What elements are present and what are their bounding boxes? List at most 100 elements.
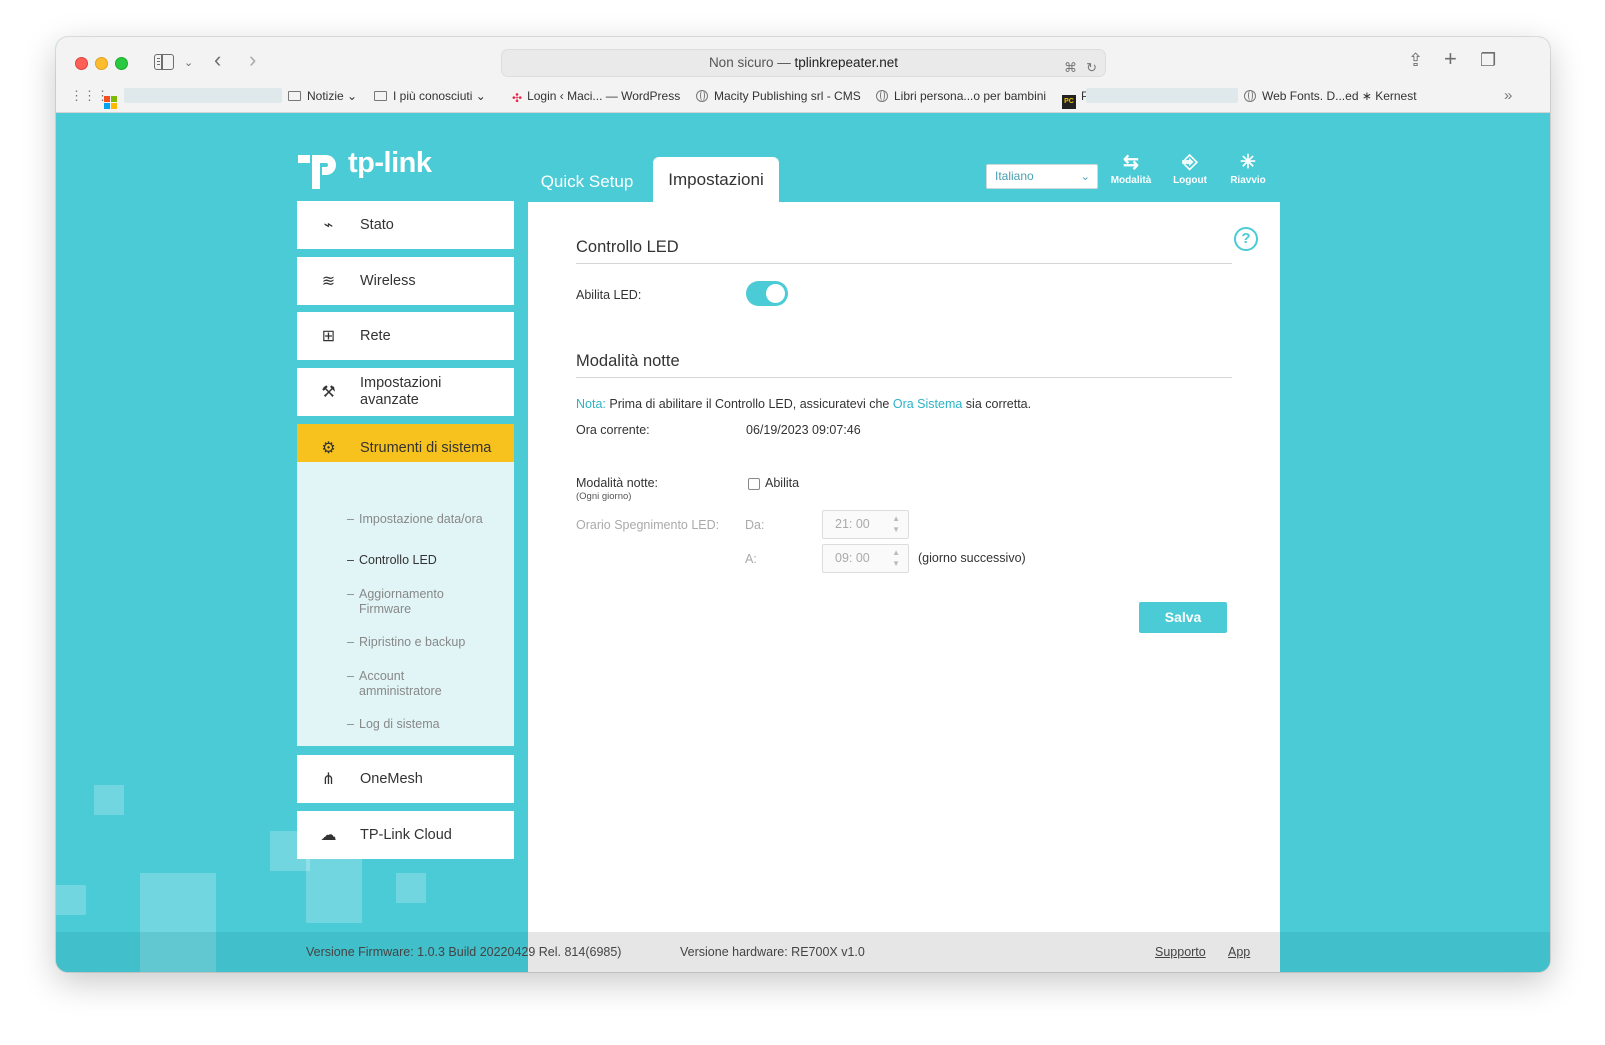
bookmark-wordpress[interactable]: ✣ Login ‹ Maci... — WordPress bbox=[512, 88, 680, 106]
wifi-icon: ≋ bbox=[321, 273, 336, 290]
subnav-dash: – bbox=[347, 553, 354, 567]
led-section-title: Controllo LED bbox=[576, 238, 679, 256]
night-mode-checkbox[interactable] bbox=[748, 478, 760, 490]
note-text-1: Prima di abilitare il Controllo LED, ass… bbox=[609, 397, 890, 411]
subnav-dash: – bbox=[347, 587, 354, 601]
gear-icon: ⚙ bbox=[321, 440, 336, 457]
network-icon: ⊞ bbox=[321, 328, 336, 345]
from-time-input[interactable]: 21: 00 ▲ ▼ bbox=[822, 510, 909, 539]
wrench-icon: ⚒ bbox=[321, 384, 336, 401]
globe-icon bbox=[876, 90, 888, 102]
minimize-window-button[interactable] bbox=[95, 57, 108, 70]
mode-switch-icon: ⇆ bbox=[1123, 152, 1139, 173]
sidebar-toggle-icon[interactable] bbox=[154, 54, 174, 70]
forward-icon[interactable]: › bbox=[249, 49, 256, 71]
sidebar-item-onemesh[interactable]: ⋔ OneMesh bbox=[297, 755, 514, 803]
bookmark-label: Notizie ⌄ bbox=[307, 89, 358, 103]
support-link[interactable]: Supporto bbox=[1155, 945, 1206, 959]
decor-square bbox=[396, 873, 426, 903]
divider bbox=[576, 377, 1232, 378]
reboot-button[interactable]: ✳ Riavvio bbox=[1218, 151, 1278, 186]
firmware-version: Versione Firmware: 1.0.3 Build 20220429 … bbox=[306, 945, 622, 959]
next-day-label: (giorno successivo) bbox=[918, 551, 1026, 565]
subnav-label: Impostazione data/ora bbox=[359, 512, 483, 526]
sidebar-item-label: Rete bbox=[360, 327, 391, 344]
browser-window: ⌄ ‹ › Non sicuro — tplinkrepeater.net ⌘ … bbox=[56, 37, 1550, 972]
content-panel: Controllo LED ? Abilita LED: Modalità no… bbox=[528, 202, 1280, 972]
led-enable-label: Abilita LED: bbox=[576, 288, 642, 302]
time-stepper-icon[interactable]: ▲ ▼ bbox=[892, 513, 900, 535]
subnav-dash: – bbox=[347, 512, 354, 526]
off-schedule-label: Orario Spegnimento LED: bbox=[576, 518, 720, 532]
zoom-window-button[interactable] bbox=[115, 57, 128, 70]
sidebar-item-stato[interactable]: ⌁ Stato bbox=[297, 201, 514, 249]
brand-name: tp-link bbox=[348, 147, 432, 179]
bookmark-piu-conosciuti[interactable]: I più conosciuti ⌄ bbox=[374, 88, 486, 104]
back-icon[interactable]: ‹ bbox=[214, 49, 221, 71]
help-icon[interactable]: ? bbox=[1234, 227, 1258, 251]
logout-icon: ⎆ bbox=[1182, 152, 1198, 173]
translate-icon[interactable]: ⌘ bbox=[1064, 55, 1077, 81]
led-toggle[interactable] bbox=[746, 281, 788, 306]
language-select[interactable]: Italiano ⌄ bbox=[986, 164, 1098, 189]
logout-button[interactable]: ⎆ Logout bbox=[1160, 151, 1220, 186]
to-time-input[interactable]: 09: 00 ▲ ▼ bbox=[822, 544, 909, 573]
app-link[interactable]: App bbox=[1228, 945, 1250, 959]
address-bar[interactable]: Non sicuro — tplinkrepeater.net ⌘ ↻ bbox=[501, 49, 1106, 77]
night-section-title: Modalità notte bbox=[576, 352, 680, 370]
reload-icon[interactable]: ↻ bbox=[1086, 55, 1097, 81]
tab-quick-setup[interactable]: Quick Setup bbox=[532, 160, 642, 203]
night-mode-label: Modalità notte: (Ogni giorno) bbox=[576, 476, 658, 502]
bookmark-pc[interactable]: PC P bbox=[1062, 88, 1089, 109]
time-stepper-icon[interactable]: ▲ ▼ bbox=[892, 547, 900, 569]
pulse-icon: ⌁ bbox=[323, 217, 334, 234]
bookmark-microsoft[interactable] bbox=[104, 88, 122, 109]
bookmark-macity[interactable]: Macity Publishing srl - CMS bbox=[696, 88, 861, 104]
bookmark-webfonts[interactable]: Web Fonts. D...ed ∗ Kernest bbox=[1244, 88, 1417, 104]
folder-icon bbox=[288, 91, 301, 101]
sidebar-item-wireless[interactable]: ≋ Wireless bbox=[297, 257, 514, 305]
blurred-bookmark bbox=[1086, 88, 1238, 103]
tplink-logo[interactable]: tp-link bbox=[296, 141, 436, 191]
reboot-label: Riavvio bbox=[1230, 175, 1266, 186]
subnav-label: Log di sistema bbox=[359, 717, 440, 731]
sidebar-item-impostazioni-avanzate[interactable]: ⚒ Impostazioni avanzate bbox=[297, 368, 514, 416]
hardware-version: Versione hardware: RE700X v1.0 bbox=[680, 945, 865, 959]
sidebar-item-rete[interactable]: ⊞ Rete bbox=[297, 312, 514, 360]
bookmark-notizie[interactable]: Notizie ⌄ bbox=[288, 88, 357, 104]
night-mode-checkbox-label: Abilita bbox=[765, 476, 800, 490]
globe-icon bbox=[696, 90, 708, 102]
subnav-dash: – bbox=[347, 635, 354, 649]
chevron-down-icon[interactable]: ⌄ bbox=[184, 54, 193, 72]
bookmark-libri[interactable]: Libri persona...o per bambini bbox=[876, 88, 1046, 104]
share-icon[interactable]: ⇪ bbox=[1408, 51, 1423, 69]
bookmark-label: I più conosciuti ⌄ bbox=[393, 89, 486, 103]
bookmark-label: Libri persona...o per bambini bbox=[894, 89, 1047, 103]
browser-titlebar: ⌄ ‹ › Non sicuro — tplinkrepeater.net ⌘ … bbox=[56, 37, 1550, 113]
pc-icon: PC bbox=[1062, 95, 1076, 109]
more-bookmarks-icon[interactable]: » bbox=[1504, 88, 1512, 104]
save-button[interactable]: Salva bbox=[1139, 602, 1227, 633]
tplink-logo-icon bbox=[298, 155, 336, 189]
sidebar-item-tplink-cloud[interactable]: ☁ TP-Link Cloud bbox=[297, 811, 514, 859]
tab-settings[interactable]: Impostazioni bbox=[653, 157, 779, 205]
blurred-bookmark bbox=[124, 88, 282, 103]
sidebar-item-label: TP-Link Cloud bbox=[360, 826, 452, 843]
subnav-label: Ripristino e backup bbox=[359, 635, 466, 649]
sidebar-item-label: Wireless bbox=[360, 272, 416, 289]
wordpress-icon: ✣ bbox=[512, 91, 523, 105]
tab-overview-icon[interactable]: ❐ bbox=[1480, 51, 1496, 69]
system-time-link[interactable]: Ora Sistema bbox=[893, 397, 962, 411]
note-text-2: sia corretta. bbox=[965, 397, 1032, 411]
subnav-label: Aggiornamento Firmware bbox=[359, 587, 444, 616]
subnav-dash: – bbox=[347, 717, 354, 731]
new-tab-icon[interactable]: + bbox=[1444, 48, 1457, 70]
bookmark-label: Web Fonts. D...ed ∗ Kernest bbox=[1262, 89, 1417, 103]
night-mode-sublabel: (Ogni giorno) bbox=[576, 491, 632, 502]
bookmark-label: Macity Publishing srl - CMS bbox=[714, 89, 861, 103]
subnav-dash: – bbox=[347, 669, 354, 683]
mode-button[interactable]: ⇆ Modalità bbox=[1101, 151, 1161, 186]
onemesh-icon: ⋔ bbox=[321, 771, 336, 788]
close-window-button[interactable] bbox=[75, 57, 88, 70]
address-prefix: Non sicuro — bbox=[708, 55, 795, 70]
